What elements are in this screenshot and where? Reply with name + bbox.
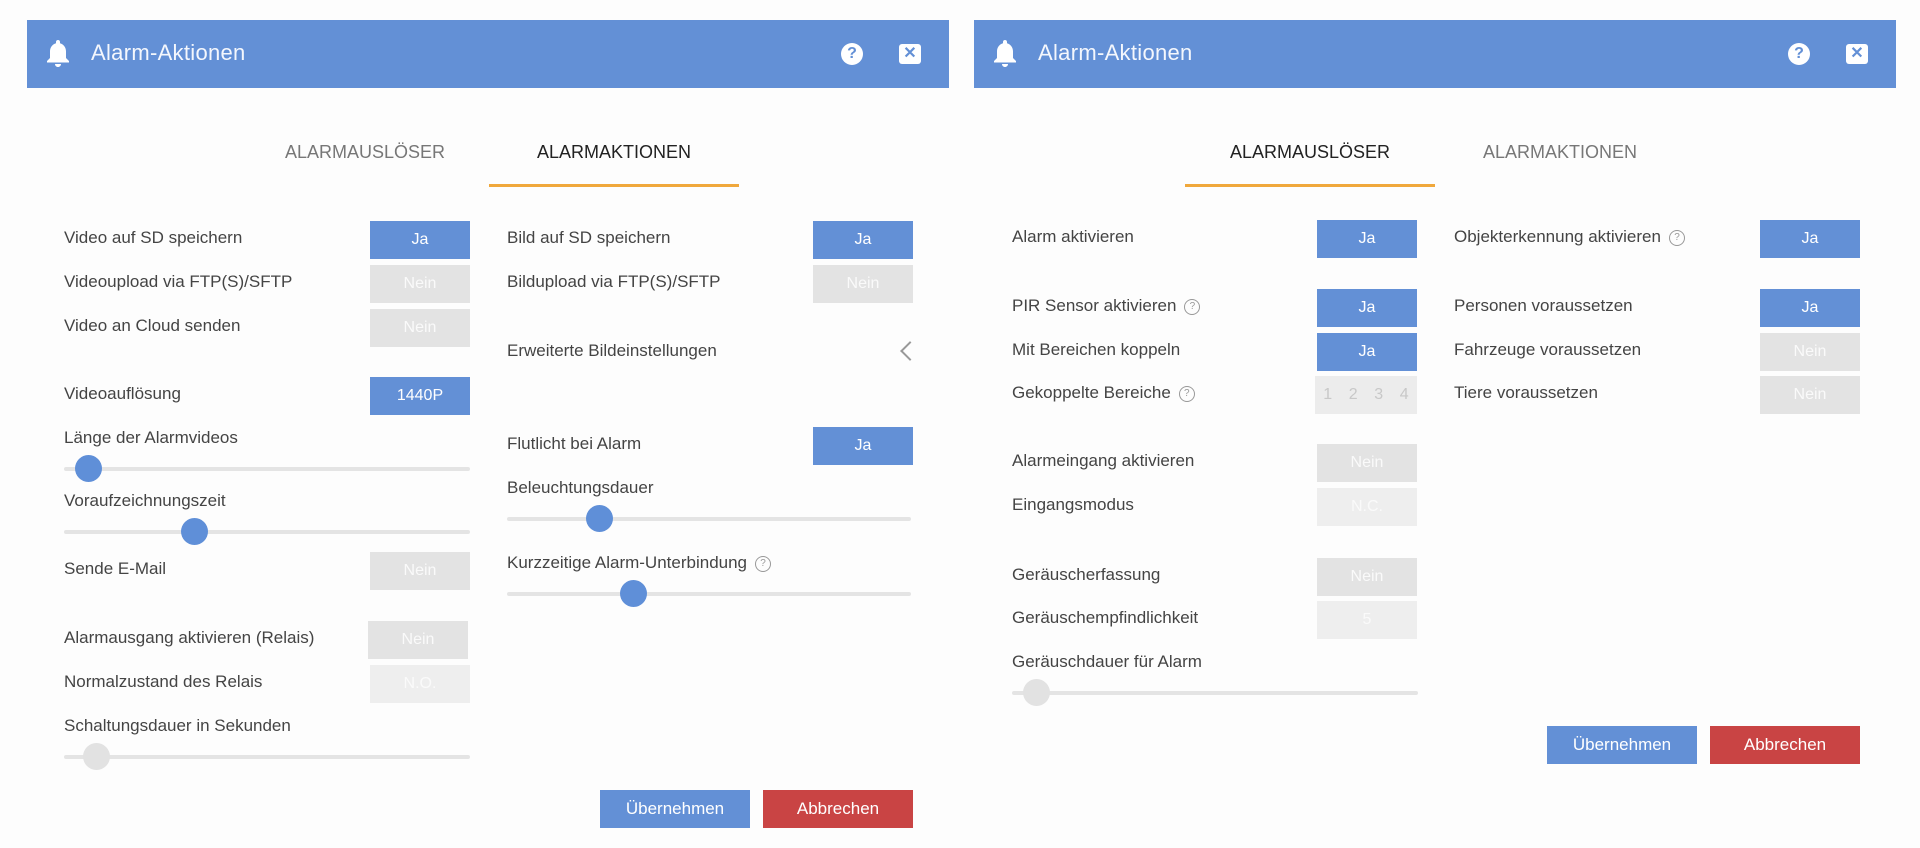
persons-label: Personen voraussetzen bbox=[1454, 296, 1633, 315]
floodlight-label: Flutlicht bei Alarm bbox=[507, 434, 642, 453]
apply-button[interactable]: Übernehmen bbox=[600, 790, 750, 828]
alarm-input-toggle[interactable]: Nein bbox=[1317, 444, 1417, 482]
help-icon[interactable]: ? bbox=[1668, 229, 1685, 246]
apply-button[interactable]: Übernehmen bbox=[1547, 726, 1697, 764]
noise-label: Geräuscherfassung bbox=[1012, 565, 1161, 584]
advanced-image-label: Erweiterte Bildeinstellungen bbox=[507, 341, 717, 360]
prerecord-label: Voraufzeichnungszeit bbox=[64, 491, 226, 510]
area-2[interactable]: 2 bbox=[1349, 376, 1358, 414]
bell-icon bbox=[47, 40, 69, 67]
image-sd-toggle[interactable]: Ja bbox=[813, 221, 913, 259]
help-icon[interactable]: ? bbox=[1788, 43, 1810, 65]
alarm-enable-label: Alarm aktivieren bbox=[1012, 227, 1134, 246]
relay-label: Alarmausgang aktivieren (Relais) bbox=[64, 628, 315, 647]
slider-handle[interactable] bbox=[75, 455, 102, 482]
switch-duration-slider[interactable] bbox=[64, 743, 470, 770]
prerecord-slider[interactable] bbox=[64, 518, 470, 545]
video-cloud-toggle[interactable]: Nein bbox=[370, 309, 470, 347]
cancel-button[interactable]: Abbrechen bbox=[1710, 726, 1860, 764]
noise-toggle[interactable]: Nein bbox=[1317, 558, 1417, 596]
vehicles-toggle[interactable]: Nein bbox=[1760, 333, 1860, 371]
relay-state-select[interactable]: N.O. bbox=[370, 665, 470, 703]
email-toggle[interactable]: Nein bbox=[370, 552, 470, 590]
close-icon[interactable]: ✕ bbox=[899, 44, 921, 64]
tab-alarm-actions[interactable]: ALARMAKTIONEN bbox=[1435, 142, 1685, 184]
video-sd-label: Video auf SD speichern bbox=[64, 228, 243, 247]
coupled-areas-selector[interactable]: 1 2 3 4 bbox=[1315, 376, 1417, 414]
pir-label-text: PIR Sensor aktivieren bbox=[1012, 296, 1177, 315]
area-4[interactable]: 4 bbox=[1400, 376, 1409, 414]
tab-alarm-triggers[interactable]: ALARMAUSLÖSER bbox=[240, 142, 490, 184]
pir-label: PIR Sensor aktivieren? bbox=[1012, 296, 1201, 316]
relay-toggle[interactable]: Nein bbox=[368, 621, 468, 659]
image-ftp-toggle[interactable]: Nein bbox=[813, 265, 913, 303]
dialog-title: Alarm-Aktionen bbox=[91, 40, 246, 65]
couple-areas-label: Mit Bereichen koppeln bbox=[1012, 340, 1181, 359]
couple-areas-toggle[interactable]: Ja bbox=[1317, 333, 1417, 371]
noise-sensitivity-select[interactable]: 5 bbox=[1317, 601, 1417, 639]
animals-label: Tiere voraussetzen bbox=[1454, 383, 1598, 402]
dialog-title: Alarm-Aktionen bbox=[1038, 40, 1193, 65]
persons-toggle[interactable]: Ja bbox=[1760, 289, 1860, 327]
relay-state-label: Normalzustand des Relais bbox=[64, 672, 263, 691]
help-icon[interactable]: ? bbox=[1184, 298, 1201, 315]
input-mode-label: Eingangsmodus bbox=[1012, 495, 1134, 514]
alarm-actions-panel-left: Alarm-Aktionen ? ✕ ALARMAUSLÖSER ALARMAK… bbox=[0, 0, 960, 848]
close-icon[interactable]: ✕ bbox=[1846, 44, 1868, 64]
bell-icon bbox=[994, 40, 1016, 67]
light-duration-slider[interactable] bbox=[507, 505, 911, 532]
noise-duration-slider[interactable] bbox=[1012, 679, 1418, 706]
input-mode-select[interactable]: N.C. bbox=[1317, 488, 1417, 526]
resolution-label: Videoauflösung bbox=[64, 384, 181, 403]
help-icon[interactable]: ? bbox=[1178, 385, 1195, 402]
alarm-enable-toggle[interactable]: Ja bbox=[1317, 220, 1417, 258]
image-sd-label: Bild auf SD speichern bbox=[507, 228, 671, 247]
video-length-label: Länge der Alarmvideos bbox=[64, 428, 238, 447]
slider-handle[interactable] bbox=[586, 505, 613, 532]
floodlight-toggle[interactable]: Ja bbox=[813, 427, 913, 465]
resolution-select[interactable]: 1440P bbox=[370, 377, 470, 415]
coupled-areas-label-text: Gekoppelte Bereiche bbox=[1012, 383, 1171, 402]
slider-handle[interactable] bbox=[181, 518, 208, 545]
tab-alarm-actions[interactable]: ALARMAKTIONEN bbox=[489, 142, 739, 187]
tab-alarm-triggers[interactable]: ALARMAUSLÖSER bbox=[1185, 142, 1435, 187]
pir-toggle[interactable]: Ja bbox=[1317, 289, 1417, 327]
light-duration-label: Beleuchtungsdauer bbox=[507, 478, 654, 497]
dialog-header: Alarm-Aktionen ? ✕ bbox=[974, 20, 1896, 88]
dialog-header: Alarm-Aktionen ? ✕ bbox=[27, 20, 949, 88]
object-detection-label: Objekterkennung aktivieren? bbox=[1454, 227, 1685, 247]
switch-duration-label: Schaltungsdauer in Sekunden bbox=[64, 716, 291, 735]
object-detection-toggle[interactable]: Ja bbox=[1760, 220, 1860, 258]
video-length-slider[interactable] bbox=[64, 455, 470, 482]
slider-handle[interactable] bbox=[1023, 679, 1050, 706]
animals-toggle[interactable]: Nein bbox=[1760, 376, 1860, 414]
suppression-slider[interactable] bbox=[507, 580, 911, 607]
noise-sensitivity-label: Geräuschempfindlichkeit bbox=[1012, 608, 1199, 627]
video-cloud-label: Video an Cloud senden bbox=[64, 316, 241, 335]
suppression-label-text: Kurzzeitige Alarm-Unterbindung bbox=[507, 553, 748, 572]
alarm-actions-panel-right: Alarm-Aktionen ? ✕ ALARMAUSLÖSER ALARMAK… bbox=[960, 0, 1920, 848]
alarm-input-label: Alarmeingang aktivieren bbox=[1012, 451, 1195, 470]
area-3[interactable]: 3 bbox=[1374, 376, 1383, 414]
cancel-button[interactable]: Abbrechen bbox=[763, 790, 913, 828]
video-ftp-toggle[interactable]: Nein bbox=[370, 265, 470, 303]
area-1[interactable]: 1 bbox=[1323, 376, 1332, 414]
help-icon[interactable]: ? bbox=[841, 43, 863, 65]
slider-handle[interactable] bbox=[83, 743, 110, 770]
slider-handle[interactable] bbox=[620, 580, 647, 607]
help-icon[interactable]: ? bbox=[755, 555, 772, 572]
chevron-left-icon[interactable] bbox=[900, 341, 920, 361]
video-sd-toggle[interactable]: Ja bbox=[370, 221, 470, 259]
suppression-label: Kurzzeitige Alarm-Unterbindung? bbox=[507, 553, 772, 573]
video-ftp-label: Videoupload via FTP(S)/SFTP bbox=[64, 272, 293, 291]
object-detection-label-text: Objekterkennung aktivieren bbox=[1454, 227, 1661, 246]
noise-duration-label: Geräuschdauer für Alarm bbox=[1012, 652, 1202, 671]
vehicles-label: Fahrzeuge voraussetzen bbox=[1454, 340, 1642, 359]
image-ftp-label: Bildupload via FTP(S)/SFTP bbox=[507, 272, 721, 291]
email-label: Sende E-Mail bbox=[64, 559, 167, 578]
coupled-areas-label: Gekoppelte Bereiche? bbox=[1012, 383, 1195, 403]
